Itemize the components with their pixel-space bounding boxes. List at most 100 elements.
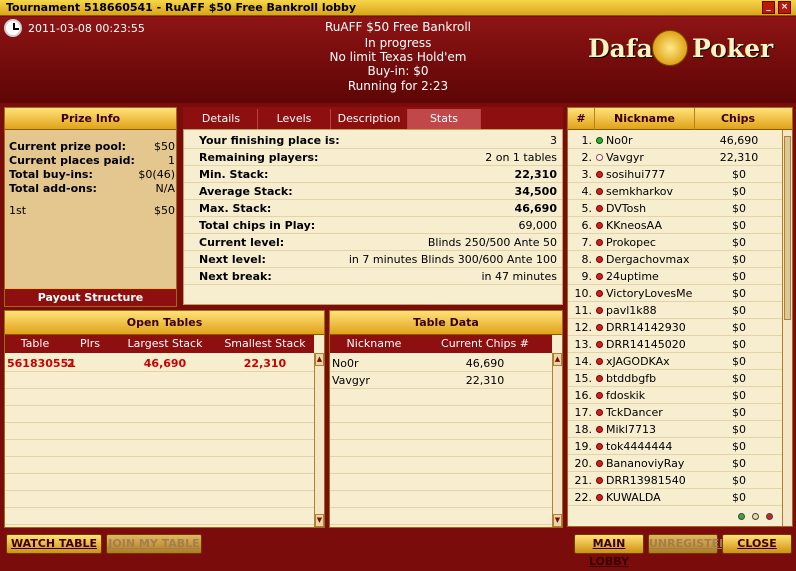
table-row[interactable] bbox=[5, 474, 314, 491]
tab-description[interactable]: Description bbox=[331, 109, 408, 129]
player-chips: $0 bbox=[732, 185, 746, 198]
player-nickname: pavl1k88 bbox=[606, 304, 657, 317]
player-row[interactable]: 16. fdoskik $0 bbox=[568, 387, 782, 404]
table-row[interactable] bbox=[5, 508, 314, 525]
coin-icon bbox=[652, 30, 688, 66]
player-rank: 21. bbox=[574, 474, 593, 487]
open-tables-scrollbar[interactable]: ▲ ▼ bbox=[314, 353, 324, 527]
open-tables-panel: Open Tables Table Plrs Largest Stack Sma… bbox=[4, 310, 325, 528]
table-row[interactable] bbox=[5, 406, 314, 423]
player-row[interactable]: 17. TckDancer $0 bbox=[568, 404, 782, 421]
watch-table-button[interactable]: WATCH TABLE bbox=[6, 534, 102, 554]
table-row[interactable] bbox=[5, 491, 314, 508]
table-data-scrollbar[interactable]: ▲ ▼ bbox=[552, 353, 562, 527]
table-data-nickname: Vavgyr bbox=[332, 374, 370, 387]
player-row[interactable]: 12. DRR14142930 $0 bbox=[568, 319, 782, 336]
player-row[interactable]: 18. Mikl7713 $0 bbox=[568, 421, 782, 438]
status-green-icon bbox=[738, 513, 745, 520]
table-data-row[interactable]: No0r 46,690 bbox=[330, 355, 552, 372]
col-largest-stack[interactable]: Largest Stack bbox=[115, 337, 215, 350]
minimize-icon[interactable]: _ bbox=[762, 1, 775, 14]
player-chips: $0 bbox=[732, 287, 746, 300]
table-row[interactable]: 561830551 2 46,690 22,310 bbox=[5, 355, 314, 372]
unregister-button[interactable]: UNREGISTER bbox=[648, 534, 728, 554]
player-chips: $0 bbox=[732, 219, 746, 232]
player-rank: 1. bbox=[581, 134, 593, 147]
table-data-row[interactable] bbox=[330, 423, 552, 440]
player-row[interactable]: 2. Vavgyr 22,310 bbox=[568, 149, 782, 166]
table-row[interactable] bbox=[5, 372, 314, 389]
tab-details[interactable]: Details bbox=[185, 109, 258, 129]
scroll-thumb[interactable] bbox=[784, 136, 791, 320]
stat-row: Min. Stack: 22,310 bbox=[184, 166, 562, 183]
scroll-down-icon[interactable]: ▼ bbox=[553, 514, 562, 527]
player-row[interactable]: 19. tok4444444 $0 bbox=[568, 438, 782, 455]
player-chips: 46,690 bbox=[719, 134, 759, 147]
players-scrollbar[interactable] bbox=[782, 130, 792, 526]
prize-info-panel: Prize Info Current prize pool: $50 Curren… bbox=[4, 107, 177, 307]
player-row[interactable]: 5. DVTosh $0 bbox=[568, 200, 782, 217]
close-button[interactable]: CLOSE bbox=[722, 534, 792, 554]
player-row[interactable]: 21. DRR13981540 $0 bbox=[568, 472, 782, 489]
table-data-row[interactable] bbox=[330, 491, 552, 508]
col-current-chips[interactable]: Current Chips # bbox=[418, 337, 552, 350]
col-nickname[interactable]: Nickname bbox=[330, 337, 418, 350]
tab-stats[interactable]: Stats bbox=[408, 109, 481, 129]
col-smallest-stack[interactable]: Smallest Stack bbox=[215, 337, 315, 350]
player-row[interactable]: 10. VictoryLovesMe $0 bbox=[568, 285, 782, 302]
col-nickname[interactable]: Nickname bbox=[595, 108, 695, 130]
stat-row: Remaining players: 2 on 1 tables bbox=[184, 149, 562, 166]
table-data-header: Nickname Current Chips # bbox=[330, 335, 552, 353]
scroll-up-icon[interactable]: ▲ bbox=[315, 353, 324, 366]
table-data-row[interactable] bbox=[330, 457, 552, 474]
player-row[interactable]: 15. btddbgfb $0 bbox=[568, 370, 782, 387]
scroll-down-icon[interactable]: ▼ bbox=[315, 514, 324, 527]
player-row[interactable]: 7. Prokopec $0 bbox=[568, 234, 782, 251]
player-row[interactable]: 8. Dergachovmax $0 bbox=[568, 251, 782, 268]
table-data-row[interactable] bbox=[330, 440, 552, 457]
status-dot-icon bbox=[596, 307, 603, 314]
table-row[interactable] bbox=[5, 457, 314, 474]
table-data-row[interactable] bbox=[330, 389, 552, 406]
player-row[interactable]: 9. 24uptime $0 bbox=[568, 268, 782, 285]
tab-levels[interactable]: Levels bbox=[258, 109, 331, 129]
player-rank: 4. bbox=[581, 185, 593, 198]
player-chips: $0 bbox=[732, 440, 746, 453]
col-table[interactable]: Table bbox=[5, 337, 65, 350]
player-nickname: DVTosh bbox=[606, 202, 647, 215]
player-row[interactable]: 6. KKneosAA $0 bbox=[568, 217, 782, 234]
player-row[interactable]: 1. No0r 46,690 bbox=[568, 132, 782, 149]
player-row[interactable]: 11. pavl1k88 $0 bbox=[568, 302, 782, 319]
table-data-row[interactable] bbox=[330, 474, 552, 491]
stat-label: Next level: bbox=[199, 253, 266, 266]
col-plrs[interactable]: Plrs bbox=[65, 337, 115, 350]
close-icon[interactable]: × bbox=[778, 1, 791, 14]
stat-value: 3 bbox=[550, 134, 557, 147]
title-bar: Tournament 518660541 - RuAFF $50 Free Ba… bbox=[0, 0, 796, 16]
table-row[interactable] bbox=[5, 389, 314, 406]
payout-structure-button[interactable]: Payout Structure bbox=[5, 288, 176, 306]
player-row[interactable]: 13. DRR14145020 $0 bbox=[568, 336, 782, 353]
table-data-row[interactable] bbox=[330, 508, 552, 525]
player-nickname: tok4444444 bbox=[606, 440, 673, 453]
table-row[interactable] bbox=[5, 423, 314, 440]
status-dot-icon bbox=[596, 256, 603, 263]
player-row[interactable]: 20. BananoviyRay $0 bbox=[568, 455, 782, 472]
player-chips: $0 bbox=[732, 457, 746, 470]
player-row[interactable]: 14. xJAGODKAx $0 bbox=[568, 353, 782, 370]
player-row[interactable]: 4. semkharkov $0 bbox=[568, 183, 782, 200]
scroll-up-icon[interactable]: ▲ bbox=[553, 353, 562, 366]
table-data-row[interactable]: Vavgyr 22,310 bbox=[330, 372, 552, 389]
stat-row: Your finishing place is: 3 bbox=[184, 132, 562, 149]
player-chips: $0 bbox=[732, 389, 746, 402]
col-num[interactable]: # bbox=[568, 108, 595, 130]
table-row[interactable] bbox=[5, 440, 314, 457]
player-chips: $0 bbox=[732, 253, 746, 266]
join-my-table-button[interactable]: JOIN MY TABLE bbox=[106, 534, 202, 554]
table-data-row[interactable] bbox=[330, 406, 552, 423]
player-row[interactable]: 22. KUWALDA $0 bbox=[568, 489, 782, 506]
player-chips: $0 bbox=[732, 372, 746, 385]
main-lobby-button[interactable]: MAIN LOBBY bbox=[574, 534, 644, 568]
player-row[interactable]: 3. sosihui777 $0 bbox=[568, 166, 782, 183]
col-chips[interactable]: Chips bbox=[695, 108, 781, 130]
